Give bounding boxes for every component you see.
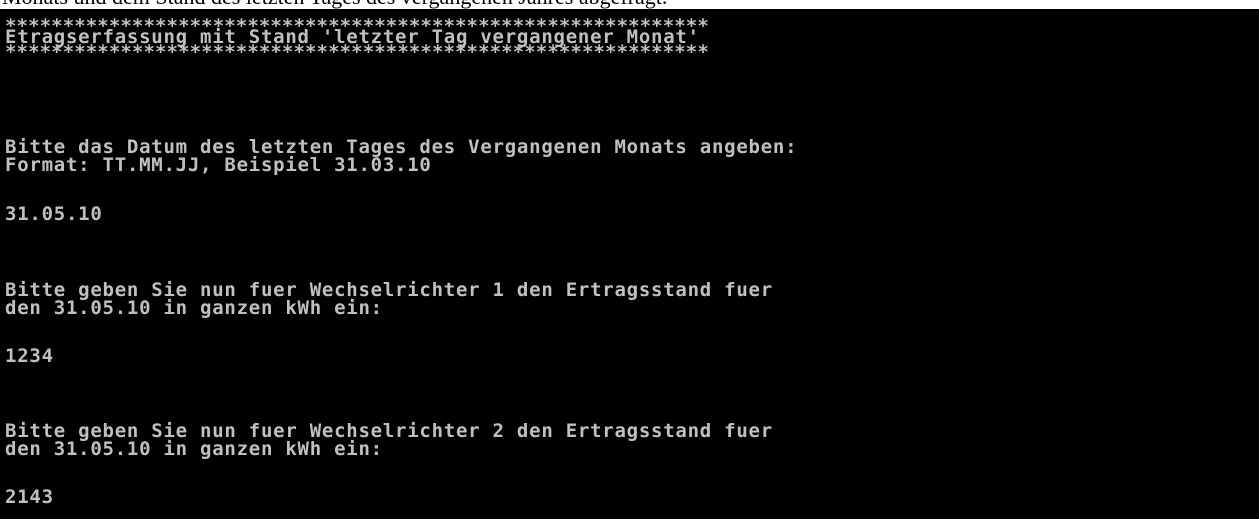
document-cut-text: Monats und dem Stand des letzten Tages d… bbox=[2, 0, 667, 8]
prompt-inverter-2-line-2: den 31.05.10 in ganzen kWh ein: bbox=[5, 438, 383, 460]
input-inverter-2-value: 2143 bbox=[5, 486, 54, 508]
input-date-value: 31.05.10 bbox=[5, 203, 103, 225]
document-text-fragment: Monats und dem Stand des letzten Tages d… bbox=[0, 0, 1259, 9]
banner-stars-bottom: ****************************************… bbox=[5, 41, 709, 63]
prompt-inverter-1-line-2: den 31.05.10 in ganzen kWh ein: bbox=[5, 297, 383, 319]
console-window[interactable]: ****************************************… bbox=[0, 9, 1259, 519]
input-inverter-1-value: 1234 bbox=[5, 345, 54, 367]
prompt-date-line-2: Format: TT.MM.JJ, Beispiel 31.03.10 bbox=[5, 154, 432, 176]
